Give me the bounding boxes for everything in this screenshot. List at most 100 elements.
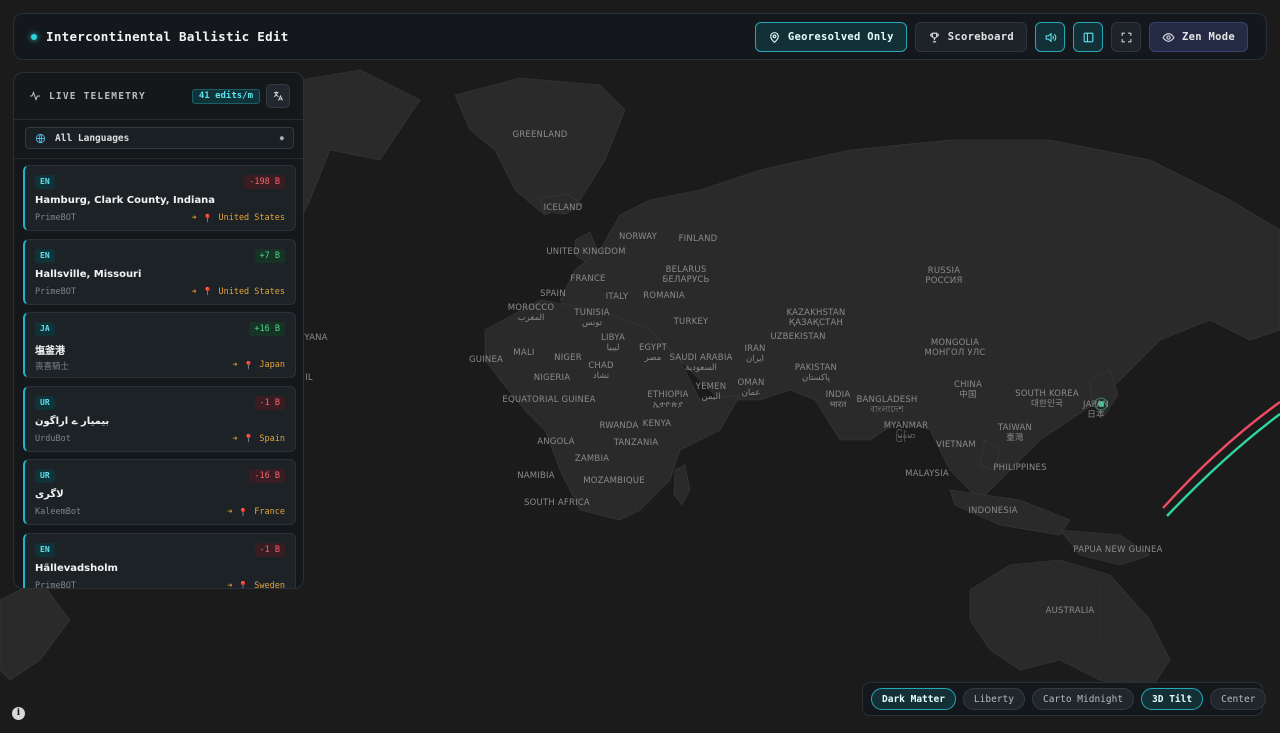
label-indonesia: INDONESIA <box>968 506 1018 516</box>
country-name: Sweden <box>254 580 285 589</box>
style-carto-midnight-button[interactable]: Carto Midnight <box>1031 688 1135 710</box>
style-dark-matter-button[interactable]: Dark Matter <box>871 688 956 710</box>
map-pin-icon: 📍 <box>202 213 213 223</box>
label-bangladesh: BANGLADESH বাংলাদেশ <box>856 395 918 415</box>
label-niger: NIGER <box>554 353 582 363</box>
tilt-3d-button[interactable]: 3D Tilt <box>1141 688 1204 710</box>
label-malaysia: MALAYSIA <box>905 469 949 479</box>
label-yana: YANA <box>304 333 328 343</box>
byte-delta: +7 B <box>254 248 285 263</box>
sidebar-header: LIVE TELEMETRY 41 edits/m <box>14 73 303 120</box>
language-badge: EN <box>35 248 55 263</box>
label-namibia: NAMIBIA <box>517 471 555 481</box>
label-chad: CHAD تشاد <box>588 361 614 381</box>
label-libya: LIBYA ليبيا <box>601 333 625 353</box>
page-title: Hällevadsholm <box>35 562 118 574</box>
label-myanmar: MYANMAR မြန်မာ <box>883 421 929 441</box>
geo-location: ➜ 📍 Japan <box>232 360 285 370</box>
geo-location: ➜ 📍 Spain <box>232 434 285 444</box>
eye-icon <box>1162 32 1175 42</box>
page-title: Hallsville, Missouri <box>35 268 142 280</box>
label-uzbekistan: UZBEKISTAN <box>770 332 826 342</box>
map-pin-icon: 📍 <box>238 581 249 589</box>
byte-delta: +16 B <box>249 322 285 336</box>
live-indicator-dot <box>31 33 37 40</box>
feed-card[interactable]: UR -1 B بیمیار ے اراگون UrduBot ➜ 📍 Spain <box>23 385 296 452</box>
info-icon[interactable]: i <box>12 707 25 720</box>
zen-mode-button[interactable]: Zen Mode <box>1149 22 1248 52</box>
fullscreen-button[interactable] <box>1111 22 1142 52</box>
arrow-right-icon: ➜ <box>227 507 233 517</box>
label-spain: SPAIN <box>540 289 566 299</box>
label-uk: UNITED KINGDOM <box>546 247 626 257</box>
feed-card[interactable]: JA +16 B 塩釜港 喪喜騎士 ➜ 📍 Japan <box>23 312 296 378</box>
map-pin-icon: 📍 <box>243 360 254 370</box>
page-title: 塩釜港 <box>35 346 65 357</box>
label-iran: IRAN ايران <box>744 344 766 364</box>
country-name: Japan <box>259 360 285 370</box>
label-safrica: SOUTH AFRICA <box>524 498 590 508</box>
label-rwanda: RWANDA <box>599 421 639 431</box>
label-iceland: ICELAND <box>543 203 583 213</box>
feed-card[interactable]: UR -16 B لاگری KaleemBot ➜ 📍 France <box>23 459 296 525</box>
page-title: لاگری <box>35 489 64 500</box>
globe-icon <box>35 133 46 143</box>
label-japan: JAPAN 日本 <box>1083 400 1109 420</box>
arrow-right-icon: ➜ <box>191 213 197 223</box>
country-name: France <box>254 507 285 517</box>
label-mongolia: MONGOLIA МОНГОЛ УЛС <box>924 338 986 358</box>
label-zambia: ZAMBIA <box>574 454 610 464</box>
page-title: Hamburg, Clark County, Indiana <box>35 195 216 206</box>
scoreboard-button[interactable]: Scoreboard <box>914 22 1028 52</box>
byte-delta: -1 B <box>254 395 285 410</box>
label-yemen: YEMEN اليمن <box>695 382 727 402</box>
language-badge: EN <box>35 542 55 557</box>
arrow-right-icon: ➜ <box>227 580 233 589</box>
top-bar: Intercontinental Ballistic Edit Georesol… <box>13 13 1267 60</box>
language-badge: UR <box>35 395 55 410</box>
country-name: United States <box>218 213 285 223</box>
label-il: IL <box>305 373 313 383</box>
telemetry-sidebar: LIVE TELEMETRY 41 edits/m All Languages … <box>13 72 304 589</box>
label-china: CHINA 中国 <box>953 380 983 400</box>
sound-toggle-button[interactable] <box>1035 22 1066 52</box>
label-france: FRANCE <box>570 274 606 284</box>
feed-card[interactable]: EN -198 B Hamburg, Clark County, Indiana… <box>23 165 296 231</box>
country-name: Spain <box>259 433 285 444</box>
label-pakistan: PAKISTAN پاکستان <box>794 363 838 383</box>
edit-feed: EN -198 B Hamburg, Clark County, Indiana… <box>23 165 296 589</box>
label-eqguinea: EQUATORIAL GUINEA <box>502 395 596 405</box>
arrow-right-icon: ➜ <box>232 360 238 370</box>
map-pin-icon <box>770 31 779 43</box>
label-india: INDIA भारत <box>825 390 851 410</box>
language-badge: JA <box>35 322 55 336</box>
label-russia: RUSSIA РОССИЯ <box>925 266 963 286</box>
translate-button[interactable] <box>266 84 290 108</box>
label-angola: ANGOLA <box>537 437 575 447</box>
label-nigeria: NIGERIA <box>533 373 571 383</box>
geo-location: ➜ 📍 Sweden <box>227 580 285 589</box>
label-belarus: BELARUS БЕЛАРУСЬ <box>662 265 710 285</box>
byte-delta: -1 B <box>254 542 285 557</box>
style-liberty-button[interactable]: Liberty <box>962 688 1025 710</box>
label-tanzania: TANZANIA <box>613 438 659 448</box>
editor-name: KaleemBot <box>35 507 82 517</box>
app-title: Intercontinental Ballistic Edit <box>46 29 289 44</box>
label-turkey: TURKEY <box>673 317 709 327</box>
label-greenland: GREENLAND <box>512 130 568 140</box>
sidebar-toggle-button[interactable] <box>1073 22 1104 52</box>
georesolved-only-button[interactable]: Georesolved Only <box>754 22 907 52</box>
edit-rate-badge: 41 edits/m <box>191 89 260 104</box>
label-australia: AUSTRALIA <box>1045 606 1095 616</box>
center-button[interactable]: Center <box>1210 688 1267 710</box>
arrow-right-icon: ➜ <box>232 433 238 444</box>
trophy-icon <box>929 32 939 42</box>
byte-delta: -16 B <box>249 469 285 483</box>
label-italy: ITALY <box>605 292 629 302</box>
feed-card[interactable]: EN +7 B Hallsville, Missouri PrimeBOT ➜ 📍… <box>23 238 296 305</box>
chevron-down-icon: ● <box>279 134 284 142</box>
sidebar-title: LIVE TELEMETRY <box>49 90 146 102</box>
feed-card[interactable]: EN -1 B Hällevadsholm PrimeBOT ➜ 📍 Sweden <box>23 532 296 589</box>
language-filter-select[interactable]: All Languages ● <box>25 127 294 149</box>
label-vietnam: VIETNAM <box>936 440 976 450</box>
